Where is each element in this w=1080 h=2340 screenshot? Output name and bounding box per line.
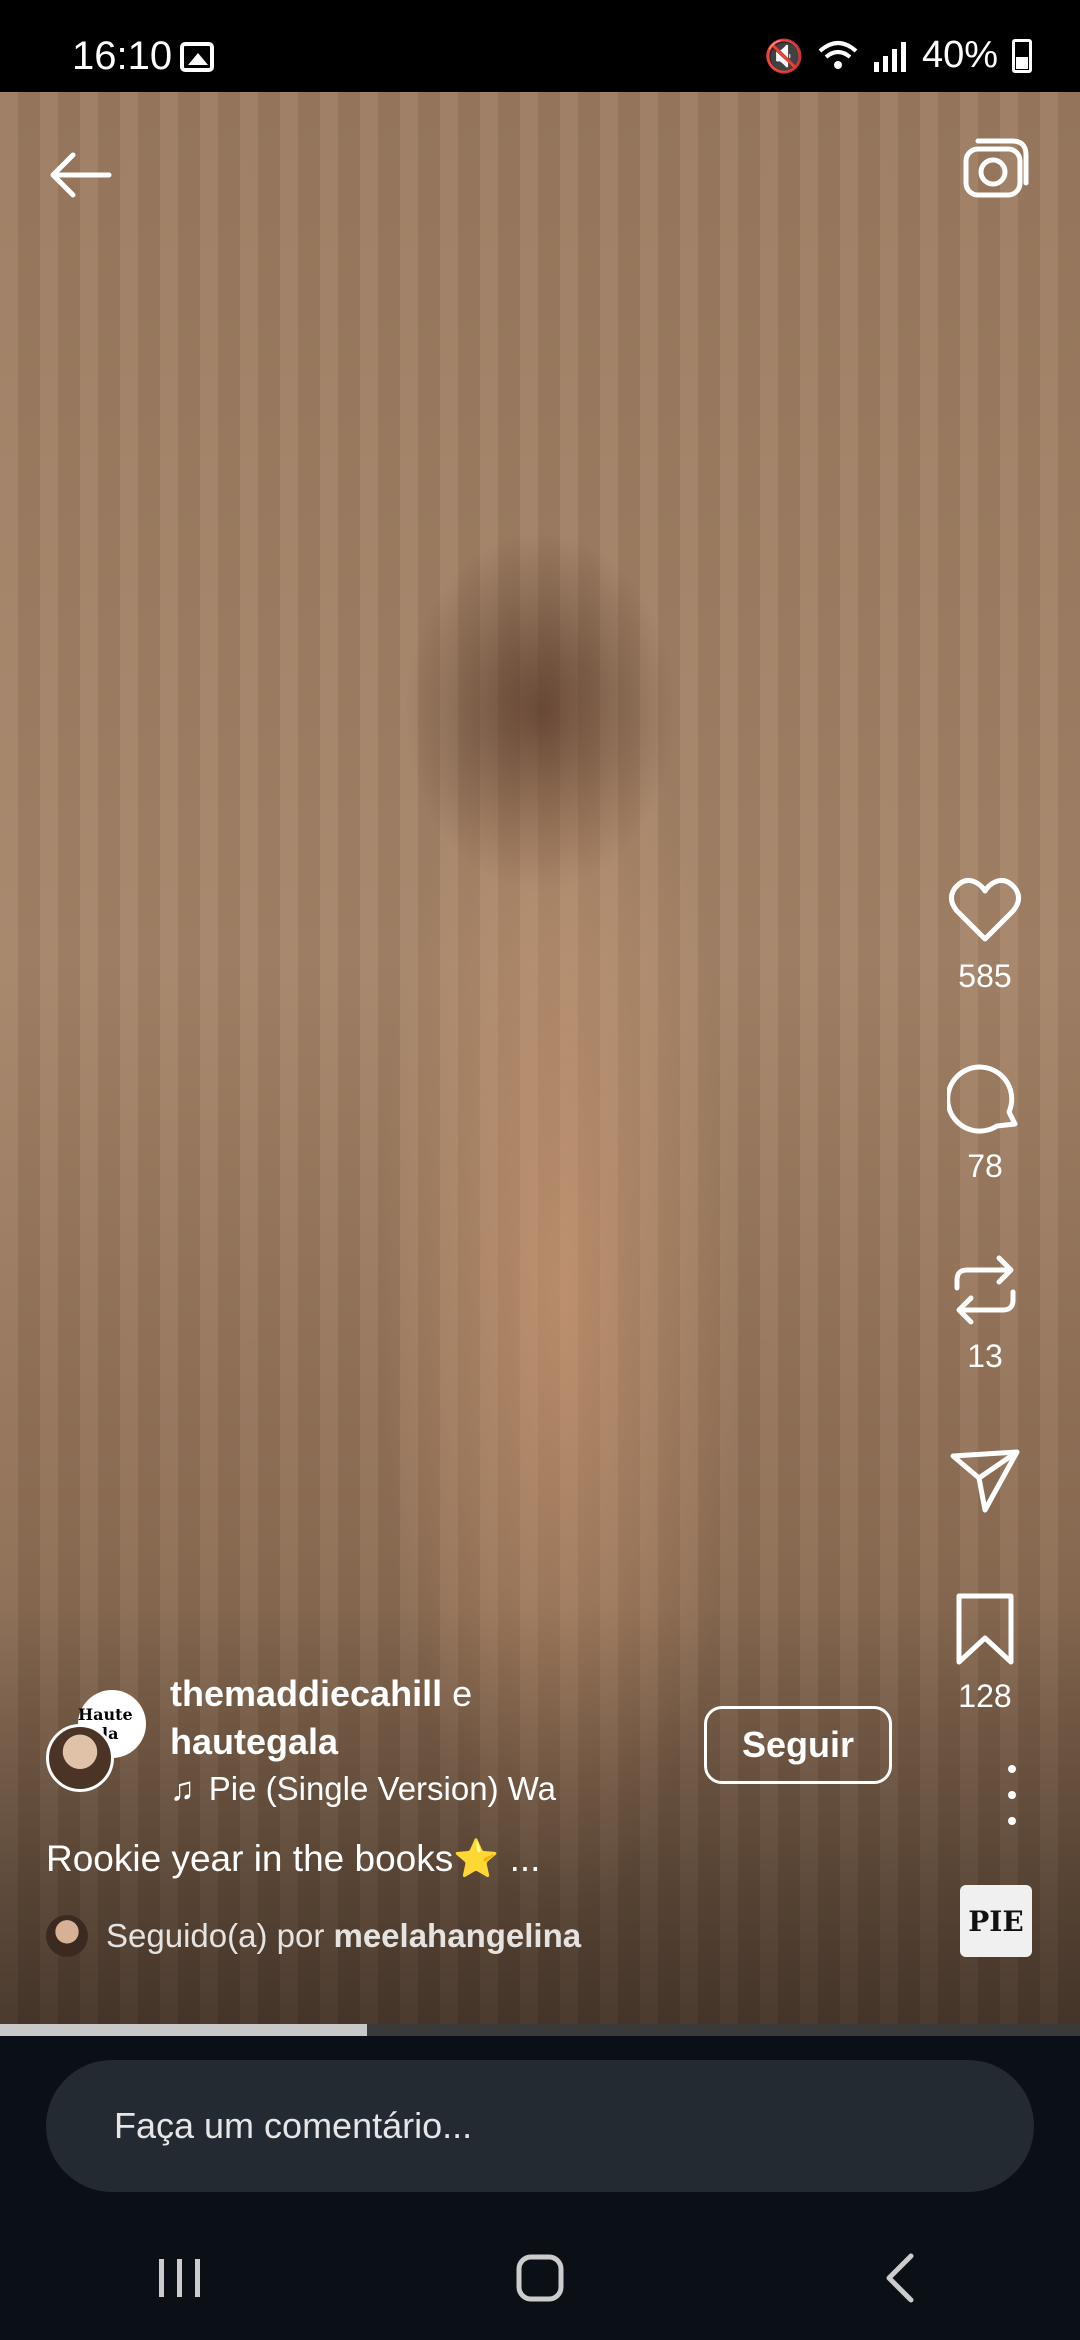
battery-percent: 40% [921,34,998,76]
followed-by-user[interactable]: meelahangelina [333,1917,581,1954]
author-avatars[interactable]: Haute Gala [46,1690,156,1800]
more-options-icon[interactable] [1002,1765,1022,1825]
followed-by-prefix: Seguido(a) por [106,1917,325,1954]
reel-video[interactable] [0,92,1080,2024]
like-action[interactable]: 585 [910,870,1060,995]
comment-input[interactable]: Faça um comentário... [46,2060,1034,2192]
followed-by[interactable]: Seguido(a) por meelahangelina [46,1915,581,1957]
caption[interactable]: Rookie year in the books⭐ ... [46,1838,540,1881]
user-avatar[interactable] [46,1724,114,1792]
comment-icon[interactable] [945,1060,1025,1140]
home-icon[interactable] [480,2238,600,2318]
author-connector: e [452,1673,473,1714]
repost-count: 13 [967,1338,1003,1374]
music-track[interactable]: ♫ Pie (Single Version) Wa [170,1770,570,1808]
gallery-icon [180,42,214,72]
save-count: 128 [958,1678,1012,1714]
follow-button[interactable]: Seguir [704,1706,892,1784]
mute-icon: 🔇 [764,37,804,74]
video-progress[interactable] [0,2024,1080,2036]
share-action[interactable] [910,1440,1060,1520]
comment-count: 78 [967,1148,1003,1184]
like-count: 585 [958,958,1012,994]
comment-action[interactable]: 78 [910,1060,1060,1185]
repost-action[interactable]: 13 [910,1250,1060,1375]
status-icons: 🔇 40% [764,34,1032,77]
author-names[interactable]: themaddiecahill e hautegala [170,1670,472,1766]
video-progress-fill [0,2024,368,2036]
save-action[interactable]: 128 [910,1590,1060,1715]
heart-icon[interactable] [945,870,1025,950]
battery-icon [1012,38,1032,73]
music-note-icon: ♫ [170,1770,195,1807]
recent-apps-icon[interactable] [120,2238,240,2318]
system-navigation-bar [0,2215,1080,2340]
signal-icon [873,41,906,72]
repost-icon[interactable] [945,1250,1025,1330]
send-icon[interactable] [945,1440,1025,1520]
bookmark-icon[interactable] [945,1590,1025,1670]
status-time: 16:10 [72,34,173,78]
back-arrow-icon[interactable] [40,135,120,215]
author-primary[interactable]: themaddiecahill [170,1673,442,1714]
camera-icon[interactable] [960,135,1040,215]
follower-avatar [46,1915,88,1957]
wifi-icon [818,40,858,69]
author-secondary[interactable]: hautegala [170,1721,338,1762]
music-title: Pie (Single Version) Wa [208,1770,557,1807]
album-art[interactable]: PIE [960,1885,1032,1957]
back-chevron-icon[interactable] [840,2238,960,2318]
status-bar: 16:10 🔇 40% [0,0,1080,92]
